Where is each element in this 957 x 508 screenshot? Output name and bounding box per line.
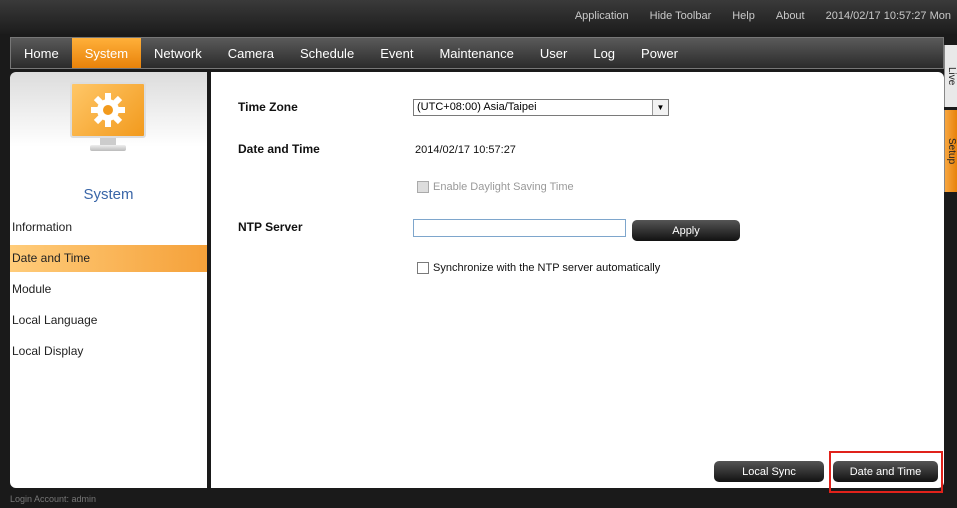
sidebar-menu: Information Date and Time Module Local L… (10, 214, 207, 369)
date-time-label: Date and Time (238, 142, 320, 156)
help-link[interactable]: Help (732, 10, 755, 22)
main-panel: Time Zone (UTC+08:00) Asia/Taipei ▼ Date… (211, 72, 944, 488)
tab-user[interactable]: User (527, 38, 580, 68)
current-datetime: 2014/02/17 10:57:27 Mon (825, 10, 951, 22)
sidebar: System Information Date and Time Module … (10, 72, 207, 488)
time-zone-select[interactable]: (UTC+08:00) Asia/Taipei ▼ (413, 99, 669, 116)
chevron-down-icon[interactable]: ▼ (652, 100, 668, 115)
main-nav: Home System Network Camera Schedule Even… (10, 37, 944, 69)
tab-maintenance[interactable]: Maintenance (426, 38, 526, 68)
daylight-saving-label: Enable Daylight Saving Time (433, 181, 574, 193)
local-sync-button[interactable]: Local Sync (714, 461, 824, 482)
sync-ntp-label: Synchronize with the NTP server automati… (433, 262, 661, 274)
sidebar-item-date-and-time[interactable]: Date and Time (10, 245, 207, 272)
live-side-tab[interactable]: Live (944, 45, 957, 107)
tab-event[interactable]: Event (367, 38, 426, 68)
sidebar-item-module[interactable]: Module (10, 276, 207, 303)
ntp-server-label: NTP Server (238, 220, 303, 234)
apply-button[interactable]: Apply (632, 220, 740, 241)
about-link[interactable]: About (776, 10, 805, 22)
top-links: Application Hide Toolbar Help About 2014… (554, 10, 951, 22)
checkbox-icon (417, 262, 429, 274)
application-link[interactable]: Application (575, 10, 629, 22)
gear-icon (91, 93, 125, 127)
tab-log[interactable]: Log (580, 38, 628, 68)
date-and-time-button[interactable]: Date and Time (833, 461, 938, 482)
tab-system[interactable]: System (71, 38, 142, 68)
sync-ntp-checkbox[interactable]: Synchronize with the NTP server automati… (417, 262, 660, 274)
sidebar-title: System (83, 186, 134, 203)
top-toolbar: Application Hide Toolbar Help About 2014… (0, 0, 957, 34)
system-monitor-icon (70, 82, 146, 154)
sidebar-item-local-display[interactable]: Local Display (10, 338, 207, 365)
checkbox-icon (417, 181, 429, 193)
setup-side-tab[interactable]: Setup (944, 110, 957, 192)
ntp-server-input[interactable] (413, 219, 626, 237)
time-zone-label: Time Zone (238, 100, 298, 114)
time-zone-value: (UTC+08:00) Asia/Taipei (417, 101, 537, 113)
tab-camera[interactable]: Camera (215, 38, 287, 68)
hide-toolbar-link[interactable]: Hide Toolbar (650, 10, 712, 22)
daylight-saving-checkbox[interactable]: Enable Daylight Saving Time (417, 181, 574, 193)
tab-home[interactable]: Home (11, 38, 72, 68)
sidebar-item-information[interactable]: Information (10, 214, 207, 241)
tab-schedule[interactable]: Schedule (287, 38, 367, 68)
tab-power[interactable]: Power (628, 38, 691, 68)
sidebar-item-local-language[interactable]: Local Language (10, 307, 207, 334)
tab-network[interactable]: Network (141, 38, 215, 68)
login-account: Login Account: admin (10, 494, 97, 504)
date-time-value: 2014/02/17 10:57:27 (415, 144, 516, 156)
